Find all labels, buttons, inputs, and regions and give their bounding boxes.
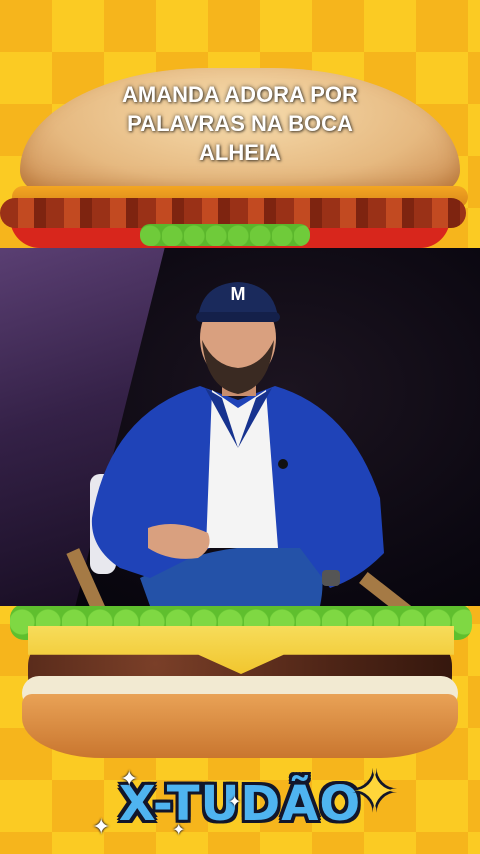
video-frame[interactable]: M	[0, 248, 480, 606]
four-point-star-icon: ✦	[352, 762, 398, 822]
caption-line-1: AMANDA ADORA POR	[122, 82, 358, 107]
caption-line-2: PALAVRAS NA BOCA	[127, 111, 353, 136]
bottom-bun	[22, 694, 458, 758]
top-lettuce	[140, 224, 310, 246]
cap-logo: M	[230, 284, 246, 304]
caption-line-3: ALHEIA	[199, 140, 281, 165]
sparkle-icon: ✦	[92, 814, 111, 839]
sparkle-icon: ✦	[172, 822, 186, 839]
sparkle-icon: ✦	[228, 794, 242, 811]
caption-text: AMANDA ADORA POR PALAVRAS NA BOCA ALHEIA	[40, 80, 440, 167]
sparkle-icon: ✦	[120, 766, 139, 791]
